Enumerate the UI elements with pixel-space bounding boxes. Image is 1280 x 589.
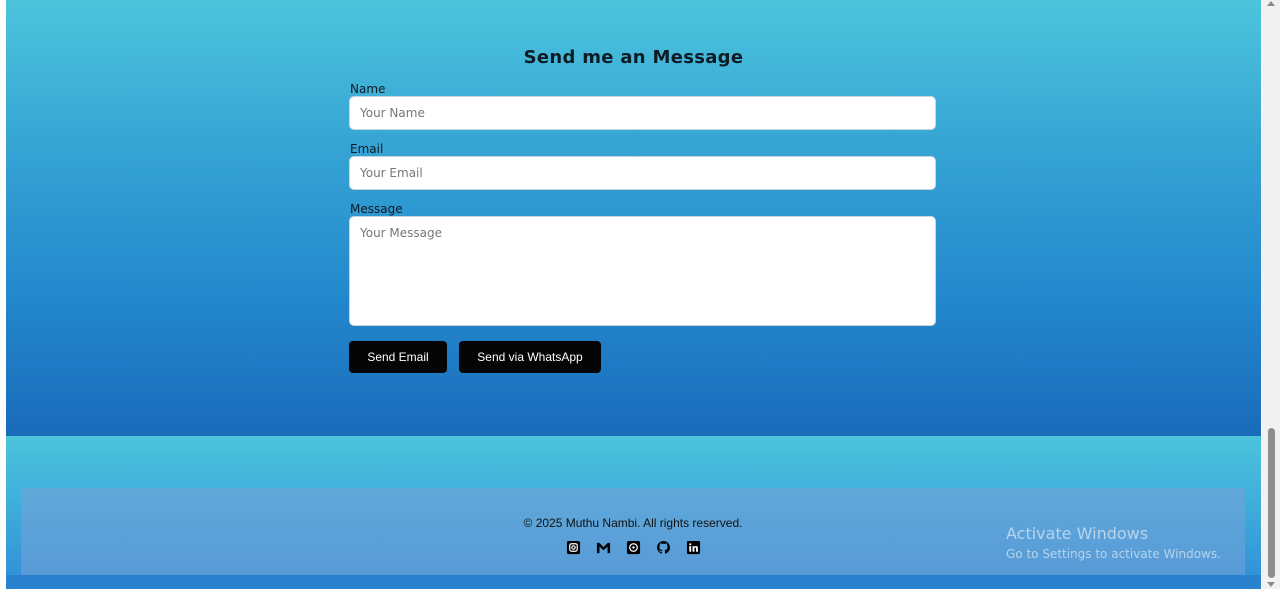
contact-title: Send me an Message (523, 47, 744, 68)
email-label: Email (350, 142, 384, 156)
footer-bottom-strip (6, 575, 1261, 589)
copyright-text: © 2025 Muthu Nambi. All rights reserved. (523, 516, 743, 530)
name-label: Name (350, 82, 386, 96)
name-input[interactable] (349, 96, 936, 130)
gmail-icon[interactable] (596, 540, 611, 555)
footer: © 2025 Muthu Nambi. All rights reserved. (6, 436, 1261, 589)
send-email-button[interactable]: Send Email (349, 341, 447, 373)
whatsapp-icon[interactable] (626, 540, 641, 555)
footer-box: © 2025 Muthu Nambi. All rights reserved. (21, 488, 1245, 575)
page: Send me an Message Name Email Message Se… (6, 0, 1261, 589)
scroll-up-arrow-icon[interactable] (1267, 1, 1275, 6)
scroll-down-arrow-icon[interactable] (1267, 582, 1275, 587)
email-input[interactable] (349, 156, 936, 190)
send-whatsapp-button[interactable]: Send via WhatsApp (459, 341, 601, 373)
vertical-scrollbar[interactable] (1262, 0, 1280, 589)
message-textarea[interactable] (349, 216, 936, 326)
contact-section: Send me an Message Name Email Message Se… (6, 0, 1261, 436)
social-links (21, 540, 1245, 555)
instagram-icon[interactable] (566, 540, 581, 555)
message-label: Message (350, 202, 403, 216)
github-icon[interactable] (656, 540, 671, 555)
scrollbar-thumb[interactable] (1268, 428, 1275, 578)
linkedin-icon[interactable] (686, 540, 701, 555)
